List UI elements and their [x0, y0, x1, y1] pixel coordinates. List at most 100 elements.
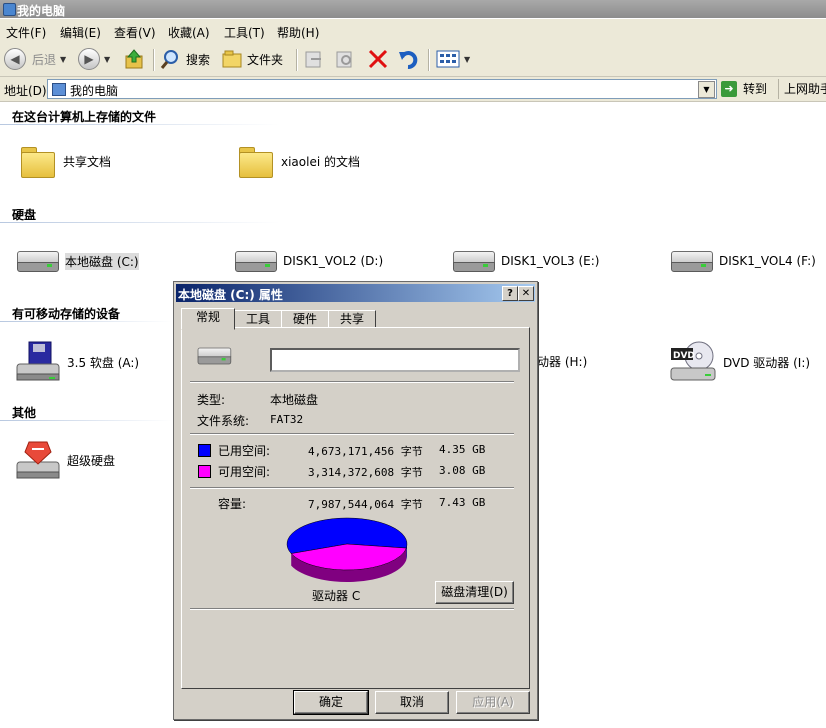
fs-label: 文件系统:	[197, 414, 250, 428]
divider	[190, 487, 514, 489]
go-label: 转到	[743, 82, 768, 96]
copy-to-icon	[336, 51, 352, 68]
free-bytes: 3,314,372,608 字节	[308, 466, 423, 479]
general-tab-panel: 类型: 本地磁盘 文件系统: FAT32 已用空间: 4,673,171,456…	[181, 327, 530, 689]
move-to-button[interactable]	[303, 47, 325, 71]
drive-f-item[interactable]: DISK1_VOL4 (F:)	[669, 249, 816, 273]
menu-tools[interactable]: 工具(T)	[224, 24, 265, 41]
ok-button[interactable]: 确定	[293, 690, 369, 715]
toolbar: ◀ 后退 ▼ ▶ ▼ 搜索 文件夹 ▼	[0, 43, 826, 77]
drive-name-input[interactable]	[270, 348, 520, 372]
divider	[190, 608, 514, 610]
menu-help[interactable]: 帮助(H)	[277, 24, 319, 41]
search-button[interactable]: 搜索	[160, 47, 210, 71]
move-to-icon	[305, 51, 321, 68]
free-gb: 3.08 GB	[439, 464, 486, 477]
drive-e-item[interactable]: DISK1_VOL3 (E:)	[451, 249, 599, 273]
hard-drive-icon	[451, 249, 495, 273]
menu-favorites[interactable]: 收藏(A)	[168, 24, 210, 41]
hard-drive-icon	[15, 249, 59, 273]
delete-x-icon	[368, 49, 388, 69]
disk-cleanup-button[interactable]: 磁盘清理(D)	[435, 581, 514, 604]
item-label: 3.5 软盘 (A:)	[67, 355, 140, 370]
views-grid-icon	[436, 50, 460, 68]
go-arrow-icon: ➜	[721, 80, 737, 97]
apply-button[interactable]: 应用(A)	[456, 691, 530, 714]
undo-icon	[399, 51, 418, 69]
group-other-heading: 其他	[12, 406, 37, 420]
divider	[190, 433, 514, 435]
cancel-button[interactable]: 取消	[375, 691, 449, 714]
capacity-label: 容量:	[218, 497, 247, 511]
address-value: 我的电脑	[70, 84, 119, 98]
item-label: 共享文档	[63, 154, 112, 169]
group-removable-heading: 有可移动存储的设备	[12, 307, 121, 321]
used-label: 已用空间:	[218, 444, 271, 458]
delete-button[interactable]	[367, 47, 389, 71]
hard-drive-icon	[233, 249, 277, 273]
menu-edit[interactable]: 编辑(E)	[60, 24, 101, 41]
drive-d-item[interactable]: DISK1_VOL2 (D:)	[233, 249, 383, 273]
up-folder-icon	[125, 49, 143, 69]
tab-general[interactable]: 常规	[181, 308, 235, 330]
go-button[interactable]: ➜ 转到	[721, 80, 767, 97]
hard-drive-icon	[669, 249, 713, 273]
chevron-down-icon: ▼	[104, 54, 111, 64]
group-divider	[0, 420, 172, 421]
address-label: 地址(D)	[4, 84, 47, 98]
menu-view[interactable]: 查看(V)	[114, 24, 156, 41]
super-disk-item[interactable]: 超级硬盘	[15, 438, 115, 482]
capacity-bytes: 7,987,544,064 字节	[308, 498, 423, 511]
dvd-drive-icon: DVD	[670, 341, 716, 381]
address-dropdown-button[interactable]: ▼	[698, 81, 715, 98]
shared-documents-item[interactable]: 共享文档	[19, 145, 112, 178]
dvd-i-item[interactable]: DVD DVD 驱动器 (I:)	[669, 340, 810, 384]
disk-usage-pie	[286, 517, 408, 582]
capacity-gb: 7.43 GB	[439, 496, 486, 509]
up-folder-button[interactable]	[124, 47, 146, 71]
item-label: 动器 (H:)	[537, 355, 588, 369]
window-title: 我的电脑	[17, 4, 66, 18]
floppy-a-item[interactable]: 3.5 软盘 (A:)	[15, 340, 139, 384]
item-label: xiaolei 的文档	[281, 154, 360, 169]
used-bytes: 4,673,171,456 字节	[308, 445, 423, 458]
properties-dialog: 本地磁盘 (C:) 属性 ? ✕ 常规 工具 硬件 共享 类型: 本地磁盘 文件…	[173, 281, 538, 720]
group-divider	[0, 321, 172, 322]
drive-h-item[interactable]: 动器 (H:)	[537, 353, 587, 370]
divider	[190, 381, 514, 383]
forward-button[interactable]: ▶ ▼	[78, 47, 110, 71]
close-button[interactable]: ✕	[518, 286, 534, 301]
back-button[interactable]: ◀ 后退 ▼	[4, 47, 66, 71]
user-documents-item[interactable]: xiaolei 的文档	[237, 145, 360, 178]
item-label: DVD 驱动器 (I:)	[723, 355, 811, 370]
undo-button[interactable]	[398, 47, 420, 71]
item-label: 超级硬盘	[67, 453, 116, 468]
folder-icon	[19, 145, 57, 178]
dialog-titlebar: 本地磁盘 (C:) 属性 ? ✕	[176, 284, 535, 302]
links-toolbar[interactable]: 上网助手	[778, 79, 826, 99]
item-label: DISK1_VOL3 (E:)	[501, 254, 600, 268]
menu-file[interactable]: 文件(F)	[6, 24, 46, 41]
folders-label: 文件夹	[247, 52, 284, 67]
floppy-drive-icon	[16, 341, 60, 381]
my-computer-icon	[52, 83, 66, 96]
free-color-swatch	[198, 465, 211, 478]
drive-c-item[interactable]: 本地磁盘 (C:)	[15, 249, 139, 273]
group-hdd-heading: 硬盘	[12, 208, 37, 222]
search-icon	[160, 50, 178, 69]
my-computer-icon	[3, 3, 16, 16]
folders-icon	[222, 50, 242, 68]
back-arrow-icon: ◀	[4, 48, 26, 70]
copy-to-button[interactable]	[334, 47, 356, 71]
free-label: 可用空间:	[218, 465, 271, 479]
svg-text:DVD: DVD	[673, 351, 695, 361]
views-button[interactable]: ▼	[436, 47, 470, 71]
address-input[interactable]: 我的电脑 ▼	[47, 79, 717, 99]
folders-button[interactable]: 文件夹	[221, 47, 283, 71]
window-titlebar: 我的电脑	[0, 0, 826, 18]
group-divider	[0, 124, 280, 125]
help-button[interactable]: ?	[502, 286, 518, 301]
forward-arrow-icon: ▶	[78, 48, 100, 70]
group-divider	[0, 222, 280, 223]
chevron-down-icon: ▼	[464, 54, 471, 64]
